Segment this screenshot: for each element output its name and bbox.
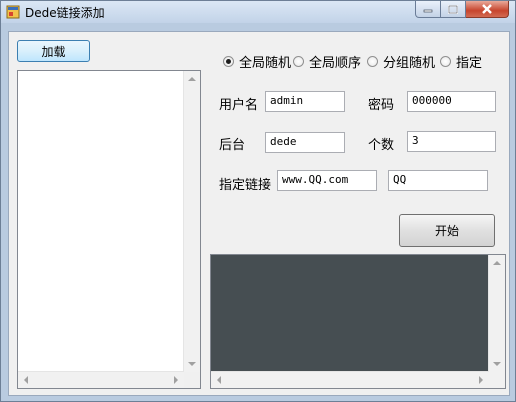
username-label: 用户名 (219, 98, 259, 113)
username-input[interactable]: admin (265, 91, 345, 112)
radio-label: 全局随机 (239, 56, 292, 71)
load-button[interactable]: 加载 (17, 40, 90, 62)
list-vertical-scrollbar[interactable] (183, 71, 200, 372)
password-input[interactable]: 000000 (407, 91, 496, 112)
password-label: 密码 (368, 98, 395, 113)
radio-group-random[interactable]: 分组随机 (367, 52, 435, 71)
scroll-right-icon[interactable] (479, 376, 483, 384)
minimize-icon (423, 9, 433, 13)
minimize-button[interactable] (415, 1, 441, 18)
close-button[interactable] (466, 1, 509, 18)
radio-global-sequential[interactable]: 全局顺序 (293, 52, 361, 71)
radio-unchecked-icon (293, 56, 304, 67)
list-horizontal-scrollbar[interactable] (18, 371, 184, 388)
maximize-icon (448, 4, 458, 14)
radio-unchecked-icon (367, 56, 378, 67)
scroll-corner (489, 372, 505, 388)
log-horizontal-scrollbar[interactable] (211, 371, 489, 388)
count-label: 个数 (368, 138, 395, 153)
window-title: Dede链接添加 (25, 6, 105, 20)
item-list[interactable] (17, 70, 201, 389)
app-window-icon (6, 5, 20, 19)
link-text-input[interactable]: QQ (388, 170, 488, 191)
log-output[interactable] (210, 254, 506, 389)
caption-buttons (415, 1, 509, 19)
client-area: 加载 全局随机 全局顺序 分组随机 指定 用户名 admin 密码 000000… (8, 31, 510, 396)
admin-path-label: 后台 (219, 138, 246, 153)
count-input[interactable]: 3 (407, 131, 496, 152)
radio-unchecked-icon (440, 56, 451, 67)
close-icon (482, 4, 492, 14)
scroll-right-icon[interactable] (174, 376, 178, 384)
scroll-corner (184, 372, 200, 388)
main-window: Dede链接添加 加载 全局随机 全局顺序 分组随机 指定 用户名 admin … (0, 0, 516, 402)
radio-specified[interactable]: 指定 (440, 52, 482, 71)
radio-checked-icon (223, 56, 234, 67)
scroll-up-icon[interactable] (493, 261, 501, 265)
link-label: 指定链接 (219, 178, 272, 193)
scroll-left-icon[interactable] (217, 376, 221, 384)
title-bar[interactable]: Dede链接添加 (1, 1, 515, 23)
scroll-left-icon[interactable] (24, 376, 28, 384)
radio-global-random[interactable]: 全局随机 (223, 52, 291, 71)
radio-label: 分组随机 (383, 56, 436, 71)
scroll-down-icon[interactable] (188, 362, 196, 366)
scroll-up-icon[interactable] (188, 77, 196, 81)
scroll-down-icon[interactable] (493, 362, 501, 366)
link-url-input[interactable]: www.QQ.com (277, 170, 377, 191)
radio-label: 指定 (456, 56, 483, 71)
log-vertical-scrollbar[interactable] (488, 255, 505, 372)
radio-label: 全局顺序 (309, 56, 362, 71)
admin-path-input[interactable]: dede (265, 132, 345, 153)
start-button[interactable]: 开始 (399, 214, 495, 247)
maximize-button[interactable] (441, 1, 466, 18)
